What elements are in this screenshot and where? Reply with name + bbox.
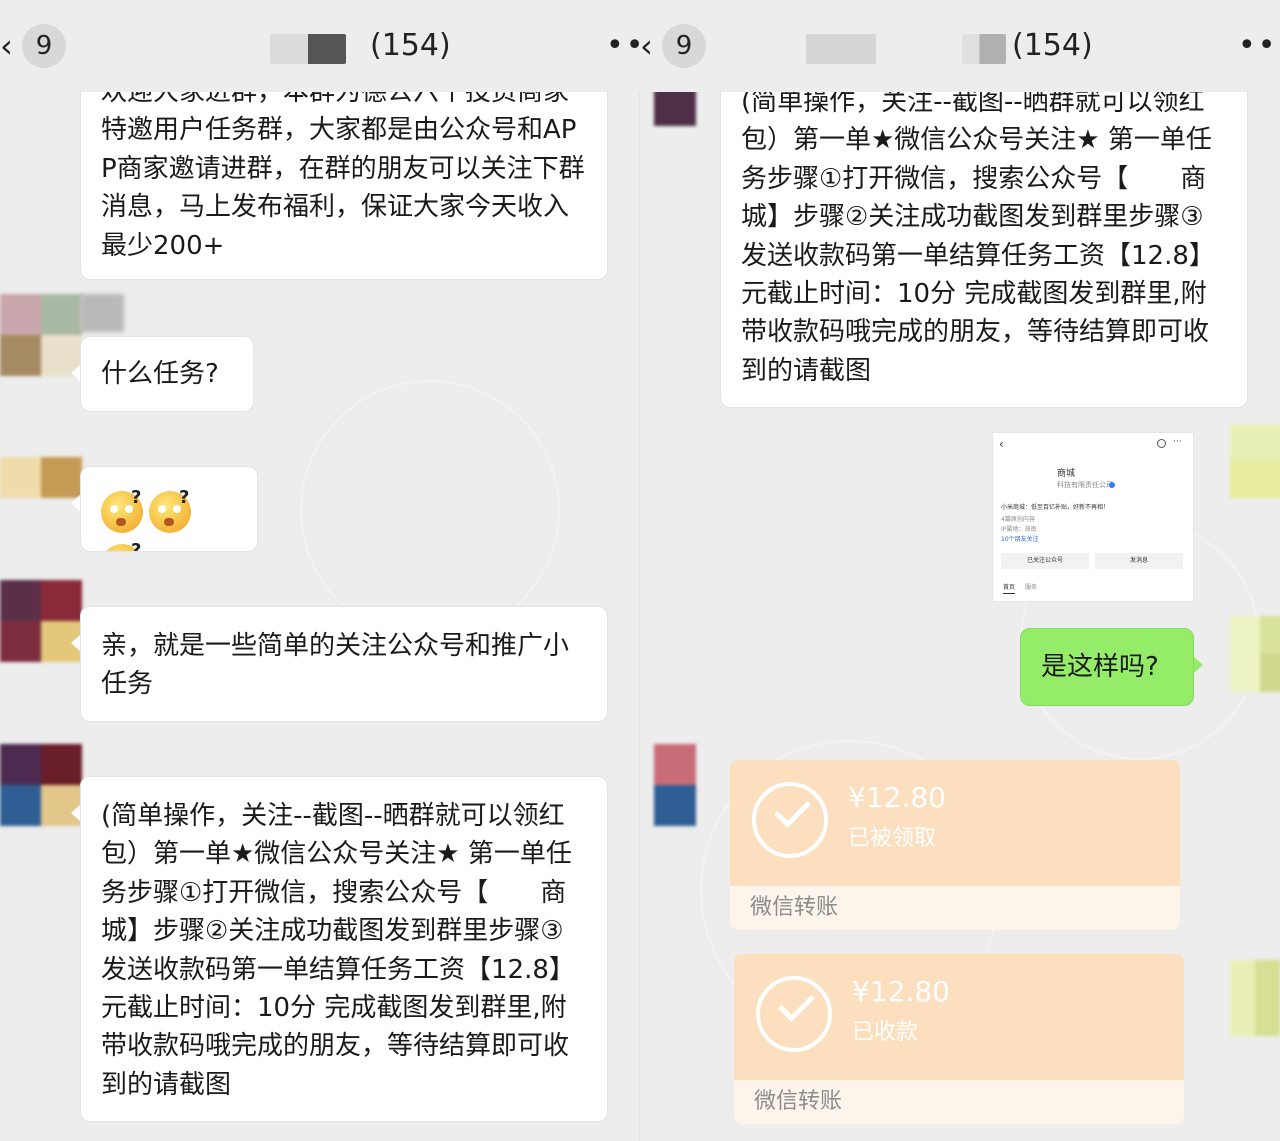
account-line4: 10个朋友关注 (1001, 536, 1039, 543)
emoji-message-bubble[interactable]: ??? (80, 466, 258, 552)
verified-icon (1109, 482, 1115, 488)
screenshot-more-icon: ··· (1173, 437, 1182, 447)
transfer-status: 已被领取 (848, 826, 937, 851)
dizzy-face-icon: ? (149, 487, 191, 533)
transfer-card-top: ¥12.80 已收款 (734, 954, 1184, 1080)
chat-header: ‹ 9 (154) ••• (0, 0, 640, 92)
wechat-transfer-card[interactable]: ¥12.80 已被领取 微信转账 (730, 760, 1180, 930)
more-icon[interactable]: ••• (606, 26, 640, 66)
tab-services: 服务 (1025, 584, 1038, 591)
transfer-label: 微信转账 (734, 1080, 1184, 1124)
message-bubble[interactable]: 什么任务? (80, 336, 254, 412)
avatar[interactable] (1230, 424, 1280, 498)
dizzy-face-icon: ? (101, 487, 143, 533)
transfer-card-top: ¥12.80 已被领取 (730, 760, 1180, 886)
check-circle-icon (752, 782, 828, 858)
screenshot-back-icon: ‹ (999, 437, 1004, 451)
group-name-redacted (962, 34, 1006, 64)
avatar[interactable] (0, 744, 82, 826)
group-name-redacted (270, 34, 346, 64)
avatar[interactable] (0, 294, 82, 376)
avatar[interactable] (0, 580, 82, 662)
dizzy-face-icon: ? (101, 540, 143, 551)
message-bubble[interactable]: (简单操作，关注--截图--晒群就可以领红包）第一单★微信公众号关注★ 第一单任… (80, 776, 608, 1122)
message-bubble[interactable]: 亲，就是一些简单的关注公众号和推广小任务 (80, 606, 608, 722)
unread-count-badge[interactable]: 9 (22, 24, 66, 68)
send-message-button: 发消息 (1095, 553, 1183, 569)
account-name: 商城 (1057, 469, 1076, 479)
message-text: 欢迎大家进群，本群为德公六个投资商家特邀用户任务群，大家都是由公众号和APP商家… (101, 77, 585, 261)
member-count: (154) (370, 28, 451, 63)
back-arrow-icon[interactable]: ‹ (640, 28, 660, 64)
bubble-tail (1193, 656, 1203, 674)
avatar[interactable] (654, 744, 696, 826)
outgoing-message-bubble[interactable]: 是这样吗? (1020, 628, 1194, 706)
message-text: 亲，就是一些简单的关注公众号和推广小任务 (101, 631, 570, 700)
message-bubble[interactable]: 欢迎大家进群，本群为德公六个投资商家特邀用户任务群，大家都是由公众号和APP商家… (80, 60, 608, 280)
message-text: (简单操作，关注--截图--晒群就可以领红包）第一单★微信公众号关注★ 第一单任… (101, 801, 575, 1100)
transfer-status: 已收款 (852, 1020, 919, 1045)
tab-home: 首页 (1003, 583, 1016, 594)
transfer-amount: ¥12.80 (852, 975, 950, 1008)
wechat-transfer-card[interactable]: ¥12.80 已收款 微信转账 (734, 954, 1184, 1124)
shared-screenshot-image[interactable]: ‹ ··· 商城 科技有限责任公司 小米商城：低至百亿补贴，好新不再相！ 4篇原… (992, 432, 1194, 602)
message-bubble[interactable]: (简单操作，关注--截图--晒群就可以领红包）第一单★微信公众号关注★ 第一单任… (720, 80, 1248, 408)
account-company: 科技有限责任公司 (1057, 481, 1113, 489)
chat-panel-right: (简单操作，关注--截图--晒群就可以领红包）第一单★微信公众号关注★ 第一单任… (640, 0, 1280, 1141)
chat-header: ‹ 9 (154) ••• (640, 0, 1280, 92)
followed-button: 已关注公众号 (1001, 553, 1089, 569)
account-desc: 小米商城：低至百亿补贴，好新不再相！ (1001, 504, 1110, 511)
account-line3: IP属地：海南 (1001, 526, 1037, 533)
account-line2: 4篇原创内容 (1001, 516, 1035, 523)
unread-count-badge[interactable]: 9 (662, 24, 706, 68)
more-icon[interactable]: ••• (1238, 26, 1280, 66)
message-text: 什么任务? (101, 359, 219, 389)
background-pattern (300, 380, 560, 640)
transfer-label: 微信转账 (730, 886, 1180, 930)
back-arrow-icon[interactable]: ‹ (0, 28, 20, 64)
member-count: (154) (1012, 28, 1093, 63)
screenshot-search-icon (1157, 439, 1166, 448)
transfer-amount: ¥12.80 (848, 781, 946, 814)
message-text: 是这样吗? (1041, 652, 1159, 682)
avatar[interactable] (1230, 960, 1280, 1036)
avatar[interactable] (0, 416, 82, 498)
group-name-redacted (806, 34, 876, 64)
message-text: (简单操作，关注--截图--晒群就可以领红包）第一单★微信公众号关注★ 第一单任… (741, 87, 1215, 386)
chat-panel-left: 欢迎大家进群，本群为德公六个投资商家特邀用户任务群，大家都是由公众号和APP商家… (0, 0, 640, 1141)
check-circle-icon (756, 976, 832, 1052)
sender-name-blur (80, 294, 124, 332)
avatar[interactable] (1230, 616, 1280, 692)
